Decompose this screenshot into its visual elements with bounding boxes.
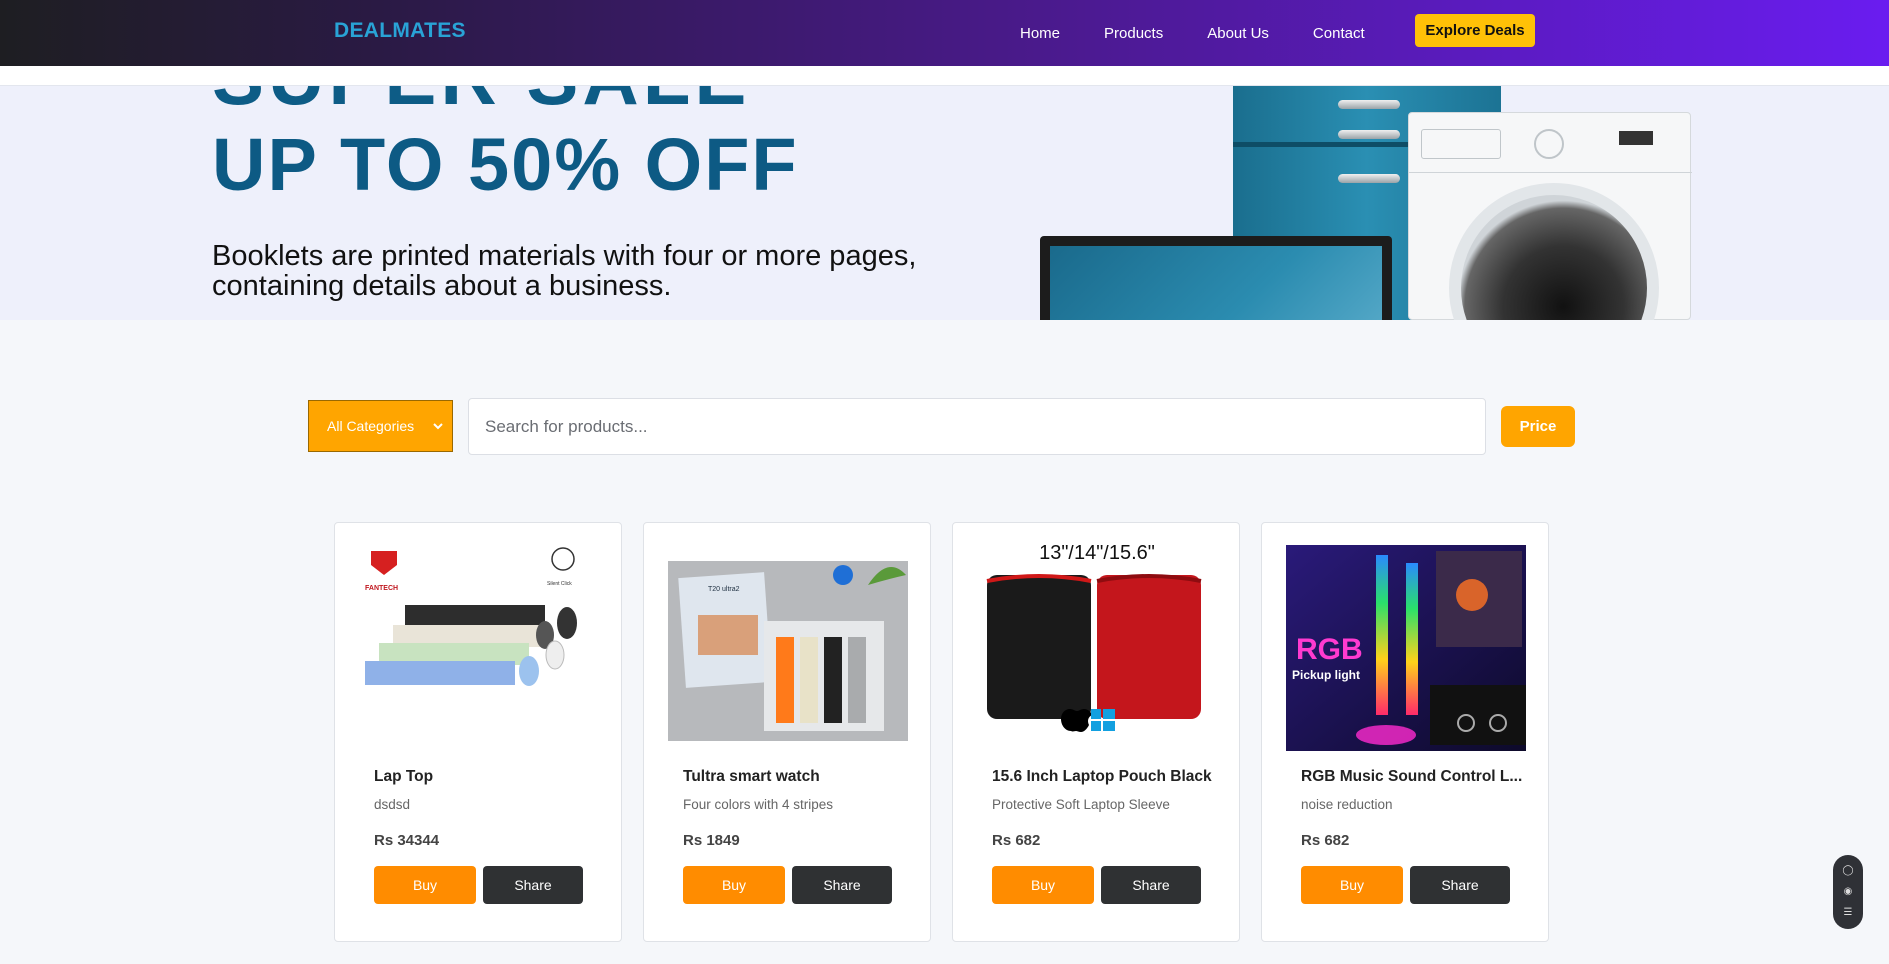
product-card[interactable]: FANTECH Silent Click Lap Top dsdsd Rs 34… bbox=[334, 522, 622, 942]
product-name[interactable]: Tultra smart watch bbox=[683, 768, 913, 786]
category-selected: All Categories bbox=[327, 418, 415, 434]
category-dropdown[interactable]: All Categories bbox=[308, 400, 453, 452]
explore-deals-button[interactable]: Explore Deals bbox=[1415, 14, 1535, 47]
share-button[interactable]: Share bbox=[792, 866, 892, 904]
product-price: Rs 682 bbox=[992, 832, 1041, 849]
menu-icon[interactable]: ☰ bbox=[1844, 907, 1853, 918]
chevron-down-icon bbox=[433, 423, 443, 430]
sizes-text: 13"/14"/15.6" bbox=[1039, 545, 1155, 564]
rgb-text: RGB bbox=[1296, 633, 1363, 666]
brand-logo[interactable]: DEALMATES bbox=[334, 19, 466, 43]
hero-subtitle: Booklets are printed materials with four… bbox=[212, 240, 917, 302]
nav-contact[interactable]: Contact bbox=[1313, 25, 1365, 42]
hero-clipped-heading: SUPER SALE bbox=[212, 86, 750, 123]
product-image[interactable]: T20 ultra2 bbox=[668, 545, 908, 751]
nav-products[interactable]: Products bbox=[1104, 25, 1163, 42]
hero-appliances-image bbox=[1040, 86, 1700, 320]
search-input[interactable] bbox=[468, 398, 1486, 455]
product-image[interactable]: RGB Pickup light bbox=[1286, 545, 1526, 751]
product-card[interactable]: RGB Pickup light RGB Music Sound Control… bbox=[1261, 522, 1549, 942]
washing-machine-image bbox=[1408, 112, 1692, 320]
buy-button[interactable]: Buy bbox=[683, 866, 785, 904]
chat-icon[interactable]: ◯ bbox=[1842, 866, 1853, 876]
product-name[interactable]: RGB Music Sound Control L... bbox=[1301, 768, 1531, 786]
share-button[interactable]: Share bbox=[483, 866, 583, 904]
nav-home[interactable]: Home bbox=[1020, 25, 1060, 42]
product-price: Rs 1849 bbox=[683, 832, 740, 849]
price-filter-button[interactable]: Price bbox=[1501, 406, 1575, 447]
nav-about-us[interactable]: About Us bbox=[1207, 25, 1269, 42]
buy-button[interactable]: Buy bbox=[1301, 866, 1403, 904]
buy-button[interactable]: Buy bbox=[992, 866, 1094, 904]
box-label-text: T20 ultra2 bbox=[708, 586, 740, 593]
television-image bbox=[1040, 236, 1392, 320]
product-price: Rs 682 bbox=[1301, 832, 1350, 849]
floating-toolbar: ◯ ◉ ☰ bbox=[1833, 855, 1863, 929]
pickup-light-text: Pickup light bbox=[1292, 668, 1360, 682]
product-image[interactable]: FANTECH Silent Click bbox=[359, 545, 599, 751]
eye-icon[interactable]: ◉ bbox=[1844, 886, 1853, 897]
hero-title: UP TO 50% OFF bbox=[212, 123, 799, 206]
product-image[interactable]: 13"/14"/15.6" bbox=[977, 545, 1217, 751]
product-name[interactable]: 15.6 Inch Laptop Pouch Black bbox=[992, 768, 1222, 786]
header-divider bbox=[0, 66, 1889, 86]
product-description: noise reduction bbox=[1301, 797, 1393, 812]
share-button[interactable]: Share bbox=[1101, 866, 1201, 904]
top-navbar: DEALMATES Home Products About Us Contact… bbox=[0, 0, 1889, 66]
brand-mark-text: FANTECH bbox=[365, 585, 398, 592]
product-description: Four colors with 4 stripes bbox=[683, 797, 834, 812]
product-price: Rs 34344 bbox=[374, 832, 440, 849]
product-name[interactable]: Lap Top bbox=[374, 768, 604, 786]
product-card[interactable]: T20 ultra2 Tultra smart watch Four color… bbox=[643, 522, 931, 942]
product-description: dsdsd bbox=[374, 797, 411, 812]
buy-button[interactable]: Buy bbox=[374, 866, 476, 904]
main-nav: Home Products About Us Contact bbox=[1020, 0, 1409, 66]
product-description: Protective Soft Laptop Sleeve bbox=[992, 797, 1170, 812]
product-card[interactable]: 13"/14"/15.6" 15.6 Inch Laptop Pouch Bla… bbox=[952, 522, 1240, 942]
windows-icon bbox=[1091, 709, 1101, 719]
share-button[interactable]: Share bbox=[1410, 866, 1510, 904]
brand-mark-right-text: Silent Click bbox=[547, 581, 572, 587]
